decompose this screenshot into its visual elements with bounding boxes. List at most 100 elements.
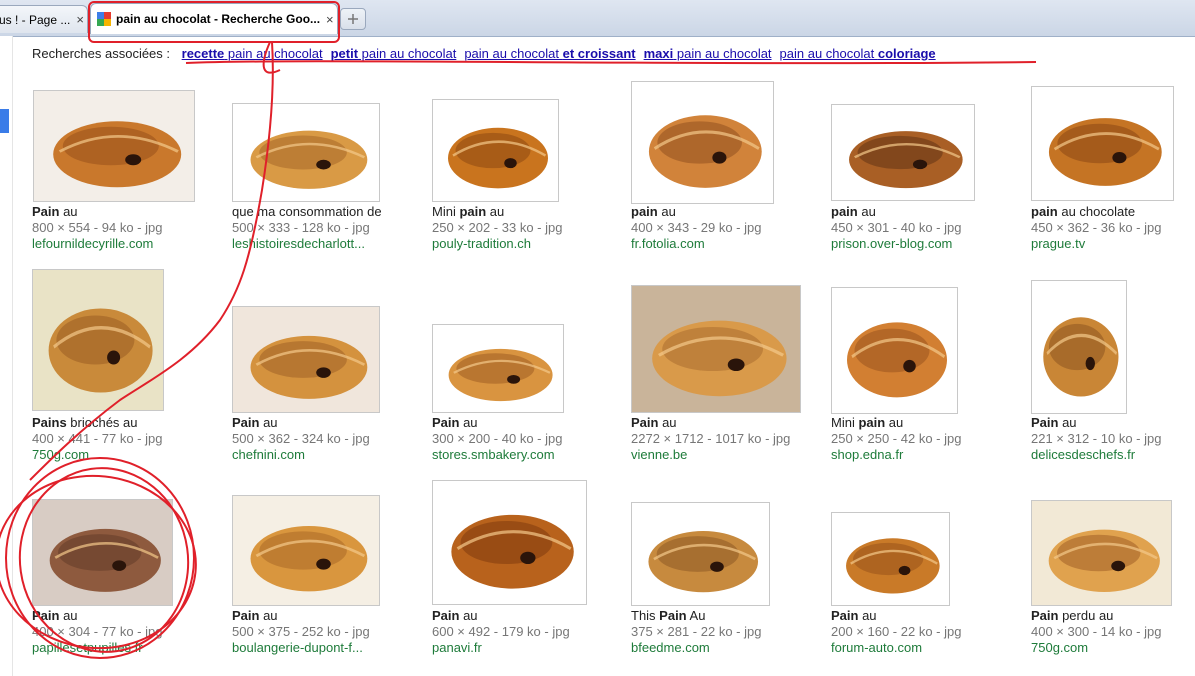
- result-title[interactable]: Pain au: [432, 415, 562, 431]
- result-title[interactable]: Pain au: [1031, 415, 1161, 431]
- result-caption: Mini pain au 250 × 250 - 42 ko - jpg shop.…: [831, 415, 961, 463]
- result-meta: 400 × 300 - 14 ko - jpg: [1031, 624, 1162, 639]
- result-title[interactable]: Mini pain au: [831, 415, 961, 431]
- title-bold: Pain: [232, 608, 260, 623]
- result-title[interactable]: que ma consommation de: [232, 204, 382, 220]
- title-text: au chocolate: [1057, 204, 1136, 219]
- result-thumbnail[interactable]: [432, 480, 587, 605]
- tab-previous-page[interactable]: us ! - Page ... ×: [0, 5, 88, 33]
- result-thumbnail[interactable]: [1031, 280, 1127, 414]
- left-sidebar-edge: [0, 36, 13, 676]
- result-site[interactable]: pouly-tradition.ch: [432, 236, 562, 252]
- result-caption: Pain au 600 × 492 - 179 ko - jpg panavi.fr: [432, 608, 570, 656]
- title-text: au: [885, 415, 904, 430]
- pastry-image-icon: [632, 286, 800, 412]
- result-title[interactable]: This Pain Au: [631, 608, 761, 624]
- result-title[interactable]: Pain au: [831, 608, 961, 624]
- result-thumbnail[interactable]: [232, 306, 380, 413]
- result-site[interactable]: leshistoiresdecharlott...: [232, 236, 382, 252]
- result-site[interactable]: vienne.be: [631, 447, 790, 463]
- close-tab-icon[interactable]: ×: [76, 12, 84, 27]
- result-caption: Pain au 2272 × 1712 - 1017 ko - jpg vienne…: [631, 415, 790, 463]
- new-tab-icon[interactable]: [340, 8, 366, 30]
- result-site[interactable]: shop.edna.fr: [831, 447, 961, 463]
- close-tab-icon[interactable]: ×: [326, 12, 334, 27]
- related-text: pain au chocolat: [464, 46, 563, 61]
- result-meta: 800 × 554 - 94 ko - jpg: [32, 220, 163, 235]
- result-thumbnail[interactable]: [32, 499, 173, 606]
- result-title[interactable]: Pain au: [32, 204, 162, 220]
- result-thumbnail[interactable]: [631, 502, 770, 606]
- title-bold: Pain: [631, 415, 659, 430]
- result-title[interactable]: Pain au: [232, 415, 370, 431]
- result-thumbnail[interactable]: [232, 103, 380, 202]
- result-site[interactable]: lefournildecyrille.com: [32, 236, 162, 252]
- result-site[interactable]: delicesdeschefs.fr: [1031, 447, 1161, 463]
- sidebar-highlight[interactable]: [0, 109, 9, 133]
- result-site[interactable]: 750g.com: [1031, 640, 1161, 656]
- title-text: que ma consommation de: [232, 204, 382, 219]
- result-title[interactable]: Pains briochés au: [32, 415, 162, 431]
- title-text: Au: [686, 608, 706, 623]
- result-thumbnail[interactable]: [432, 99, 559, 202]
- title-bold: Pain: [831, 608, 859, 623]
- result-title[interactable]: pain au chocolate: [1031, 204, 1161, 220]
- result-thumbnail[interactable]: [232, 495, 380, 606]
- result-site[interactable]: prague.tv: [1031, 236, 1161, 252]
- result-thumbnail[interactable]: [631, 285, 801, 413]
- related-search-link[interactable]: pain au chocolat coloriage: [780, 46, 936, 61]
- result-title[interactable]: pain au: [631, 204, 761, 220]
- result-site[interactable]: 750g.com: [32, 447, 162, 463]
- related-search-link[interactable]: petit pain au chocolat: [331, 46, 457, 61]
- result-caption: Pain au 221 × 312 - 10 ko - jpg delicesdes…: [1031, 415, 1161, 463]
- result-thumbnail[interactable]: [831, 287, 958, 414]
- result-site[interactable]: papillesetpupilles.fr: [32, 640, 162, 656]
- result-title[interactable]: Pain perdu au: [1031, 608, 1161, 624]
- result-caption: Pain au 800 × 554 - 94 ko - jpg lefournild…: [32, 204, 162, 252]
- result-site[interactable]: chefnini.com: [232, 447, 370, 463]
- related-bold: recette: [181, 46, 225, 61]
- result-thumbnail[interactable]: [32, 269, 164, 411]
- google-favicon-icon: [97, 12, 111, 26]
- result-meta: 500 × 375 - 252 ko - jpg: [232, 624, 370, 639]
- result-title[interactable]: Pain au: [232, 608, 370, 624]
- result-thumbnail[interactable]: [831, 104, 975, 201]
- result-thumbnail[interactable]: [1031, 86, 1174, 201]
- result-title[interactable]: Pain au: [432, 608, 570, 624]
- result-site[interactable]: forum-auto.com: [831, 640, 961, 656]
- browser-tab-strip: us ! - Page ... × pain au chocolat - Rec…: [0, 0, 1195, 37]
- result-title[interactable]: pain au: [831, 204, 961, 220]
- result-site[interactable]: boulangerie-dupont-f...: [232, 640, 370, 656]
- result-title[interactable]: Pain au: [631, 415, 790, 431]
- result-caption: Pain au 300 × 200 - 40 ko - jpg stores.smb…: [432, 415, 562, 463]
- tab-google-search[interactable]: pain au chocolat - Recherche Goo... ×: [90, 3, 338, 34]
- result-site[interactable]: bfeedme.com: [631, 640, 761, 656]
- title-text: au: [59, 204, 78, 219]
- title-bold: Pain: [1031, 415, 1059, 430]
- result-caption: Pain au 400 × 304 - 77 ko - jpg papilleset…: [32, 608, 162, 656]
- result-thumbnail[interactable]: [831, 512, 950, 606]
- result-title[interactable]: Pain au: [32, 608, 162, 624]
- result-thumbnail[interactable]: [631, 81, 774, 204]
- result-meta: 500 × 333 - 128 ko - jpg: [232, 220, 370, 235]
- result-title[interactable]: Mini pain au: [432, 204, 562, 220]
- result-site[interactable]: prison.over-blog.com: [831, 236, 961, 252]
- result-meta: 400 × 441 - 77 ko - jpg: [32, 431, 163, 446]
- result-caption: Pain au 500 × 375 - 252 ko - jpg boulanger…: [232, 608, 370, 656]
- result-site[interactable]: panavi.fr: [432, 640, 570, 656]
- related-search-link[interactable]: recette pain au chocolat: [182, 46, 323, 61]
- related-searches: Recherches associées : recette pain au c…: [32, 46, 936, 61]
- result-caption: Pain au 500 × 362 - 324 ko - jpg chefnini.…: [232, 415, 370, 463]
- title-bold: Pain: [432, 415, 460, 430]
- result-thumbnail[interactable]: [1031, 500, 1172, 606]
- result-thumbnail[interactable]: [33, 90, 195, 202]
- title-text: au: [857, 204, 876, 219]
- result-thumbnail[interactable]: [432, 324, 564, 413]
- related-text: pain au chocolat: [779, 46, 878, 61]
- title-bold: Pains: [32, 415, 67, 430]
- result-site[interactable]: fr.fotolia.com: [631, 236, 761, 252]
- result-site[interactable]: stores.smbakery.com: [432, 447, 562, 463]
- related-search-link[interactable]: maxi pain au chocolat: [644, 46, 772, 61]
- related-search-link[interactable]: pain au chocolat et croissant: [464, 46, 635, 61]
- pastry-image-icon: [233, 307, 379, 412]
